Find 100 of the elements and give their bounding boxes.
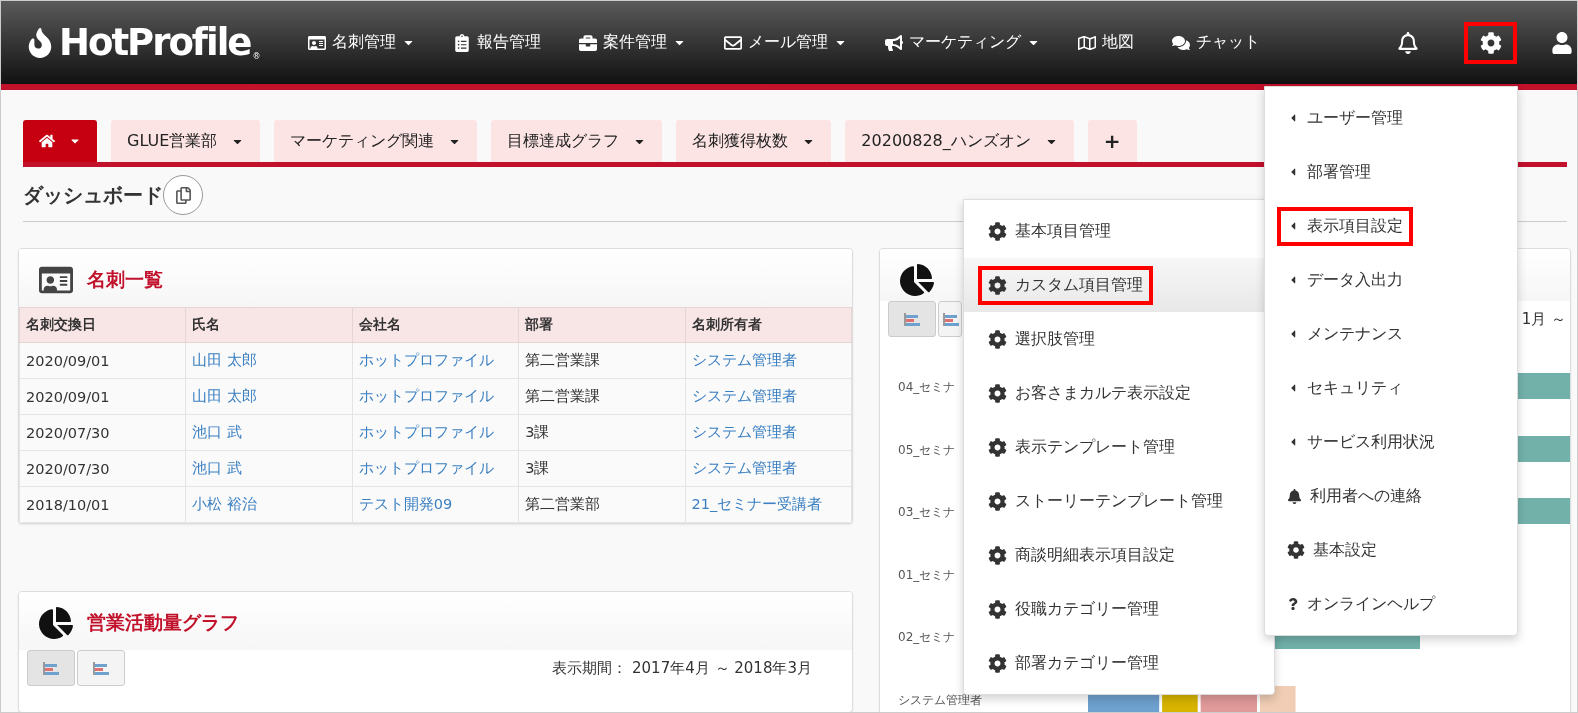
pie-chart-icon [39,606,73,640]
add-tab-button[interactable]: + [1087,120,1137,162]
table-link[interactable]: システム管理者 [685,450,852,487]
table-cell: 2018/10/01 [19,486,186,523]
chat-icon [1172,33,1191,52]
table-link[interactable]: 池口 武 [185,450,353,487]
nav-label: 報告管理 [477,32,542,53]
menu-item[interactable]: セキュリティ [1265,361,1517,415]
settings-icon [988,383,1007,403]
settings-icon[interactable] [1464,21,1517,64]
nav-label: 案件管理 [603,32,668,53]
menu-label: セキュリティ [1307,377,1403,399]
table-cell: 2020/09/01 [19,378,186,415]
menu-label: オンラインヘルプ [1307,593,1435,615]
bar-chart-icon [904,312,920,326]
nav-link[interactable]: 地図 [1078,32,1135,53]
table-cell: 3課 [518,414,686,451]
nav-link[interactable]: 報告管理 [453,32,542,53]
id-card-icon [308,33,327,52]
table-link[interactable]: 山田 太郎 [185,342,353,379]
menu-label: サービス利用状況 [1307,431,1435,453]
menu-label: カスタム項目管理 [1015,274,1143,296]
nav-link[interactable]: チャット [1172,32,1261,53]
table-link[interactable]: 21_セミナー受講者 [685,486,852,523]
logo[interactable]: HotProfile® [25,24,261,61]
settings-icon [988,545,1007,565]
table-cell: 第二営業部 [518,486,686,523]
menu-label: ユーザー管理 [1307,107,1403,129]
dashboard-tab[interactable]: 目標達成グラフ [491,120,663,162]
settings-icon [988,599,1007,619]
settings-icon [988,275,1007,295]
table-link[interactable]: 池口 武 [185,414,353,451]
table-link[interactable]: システム管理者 [685,378,852,415]
table-cell: 第二営業課 [518,378,686,415]
menu-label: お客さまカルテ表示設定 [1015,382,1191,404]
dashboard-tab[interactable]: 20200828_ハンズオン [845,120,1074,162]
chart-toggle-button[interactable] [77,650,125,686]
table-link[interactable]: ホットプロファイル [352,450,519,487]
menu-label: メンテナンス [1307,323,1403,345]
copy-icon[interactable] [163,175,203,215]
page-title: ダッシュボード [23,181,163,209]
table-cell: 第二営業課 [518,342,686,379]
dashboard-tab[interactable] [23,120,97,162]
nav-label: チャット [1196,32,1261,53]
dashboard-tab[interactable]: 名刺獲得枚数 [676,120,832,162]
menu-item[interactable]: 基本設定 [1265,523,1517,577]
settings-icon [988,329,1007,349]
period-text: 表示期間： 2017年4月 ～ 2018年3月 [552,658,813,678]
panel-title: 名刺一覧 [87,267,163,292]
chart-toggle-button[interactable] [938,301,962,337]
menu-label: ストーリーテンプレート管理 [1015,490,1223,512]
table-link[interactable]: 山田 太郎 [185,378,353,415]
menu-item[interactable]: 表示項目設定 [1265,199,1517,253]
dashboard-tab[interactable]: GLUE営業部 [111,120,261,162]
panel-title: 営業活動量グラフ [87,610,239,635]
axis-label: システム管理者 [898,692,982,707]
column-header: 会社名 [352,307,519,343]
nav-link[interactable]: 名刺管理 [308,32,416,53]
chart-toggle-button[interactable] [888,301,936,337]
table-cell: 2020/09/01 [19,342,186,379]
menu-label: 利用者への連絡 [1310,485,1422,507]
column-header: 名刺交換日 [19,307,186,343]
chart-toggle-button[interactable] [27,650,75,686]
table-link[interactable]: 小松 裕治 [185,486,353,523]
envelope-icon [724,33,743,52]
table-link[interactable]: システム管理者 [685,342,852,379]
menu-label: 基本設定 [1313,539,1377,561]
axis-label: 03_セミナ [898,505,956,520]
nav-link[interactable]: 案件管理 [579,32,687,53]
table-cell: 3課 [518,450,686,487]
menu-item[interactable]: サービス利用状況 [1265,415,1517,469]
table-link[interactable]: システム管理者 [685,414,852,451]
menu-label: 表示項目設定 [1307,215,1403,237]
map-icon [1078,33,1097,52]
period-text: 1月 ～ [1521,309,1566,329]
menu-label: 基本項目管理 [1015,220,1111,242]
table-cell: 2020/07/30 [19,450,186,487]
menu-item[interactable]: ユーザー管理 [1265,91,1517,145]
table-link[interactable]: ホットプロファイル [352,414,519,451]
nav-label: マーケティング [909,32,1022,53]
submenu-item[interactable]: 部署カテゴリー管理 [964,636,1274,690]
nav-link[interactable]: マーケティング [885,32,1041,53]
table-cell: 2020/07/30 [19,414,186,451]
nav-link[interactable]: メール管理 [724,32,848,53]
dashboard-tab[interactable]: マーケティング関連 [274,120,478,162]
clipboard-icon [453,33,472,52]
table-link[interactable]: ホットプロファイル [352,342,519,379]
menu-item[interactable]: オンラインヘルプ [1265,577,1517,631]
menu-label: 部署管理 [1307,161,1371,183]
column-header: 名刺所有者 [685,307,852,343]
help-icon [1287,598,1299,610]
menu-label: データ入出力 [1307,269,1403,291]
menu-item[interactable]: 部署管理 [1265,145,1517,199]
table-link[interactable]: テスト開発09 [352,486,519,523]
settings-icon [1287,541,1305,559]
menu-label: 表示テンプレート管理 [1015,436,1175,458]
table-link[interactable]: ホットプロファイル [352,378,519,415]
menu-label: 選択肢管理 [1015,328,1095,350]
briefcase-icon [579,33,598,52]
menu-item[interactable]: 利用者への連絡 [1265,469,1517,523]
